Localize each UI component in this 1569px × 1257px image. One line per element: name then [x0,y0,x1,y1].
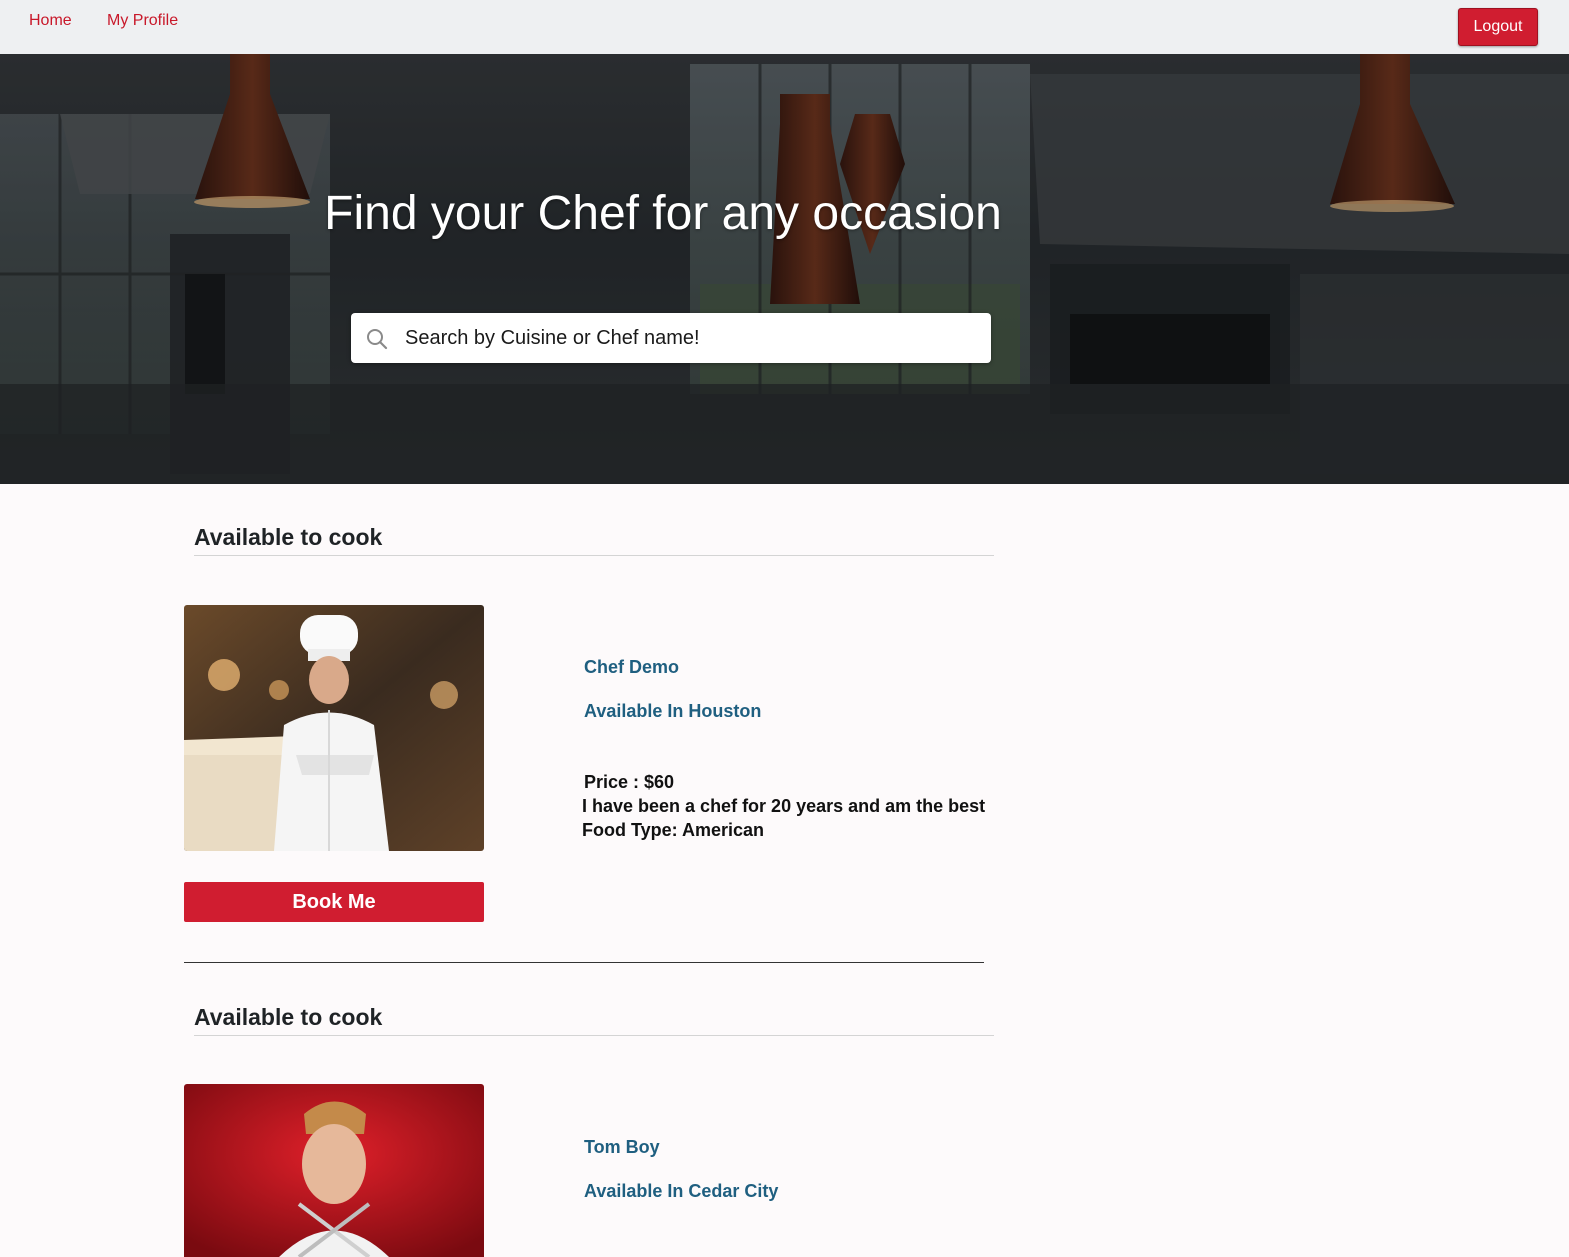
search-input[interactable] [405,313,975,363]
listing-divider [184,962,984,963]
chef-location: Available In Cedar City [584,1181,779,1201]
kitchen-background-image [0,54,1569,484]
chef-photo [184,605,484,851]
chef-location: Available In Houston [584,701,762,721]
chef-price: Price : $60 [584,772,675,792]
chef-name-link[interactable]: Tom Boy [584,1137,660,1158]
nav-my-profile-link[interactable]: My Profile [107,12,178,30]
logout-button[interactable]: Logout [1458,8,1538,46]
book-me-button[interactable]: Book Me [184,882,484,922]
chef-bio: I have been a chef for 20 years and am t… [582,796,986,816]
chef-name-link[interactable]: Chef Demo [584,657,679,678]
search-box[interactable] [351,313,991,363]
hero-title: Find your Chef for any occasion [324,187,1002,240]
nav-home-link[interactable]: Home [29,12,72,30]
search-icon [367,329,388,350]
top-navbar: Home My Profile Logout [0,0,1569,54]
chef-details: Price : $60 I have been a chef for 20 ye… [582,770,985,842]
hero-banner: Find your Chef for any occasion [0,54,1569,484]
chef-photo [184,1084,484,1257]
section-heading: Available to cook [194,524,994,556]
chef-food-type: Food Type: American [582,820,765,840]
section-heading: Available to cook [194,1004,994,1036]
